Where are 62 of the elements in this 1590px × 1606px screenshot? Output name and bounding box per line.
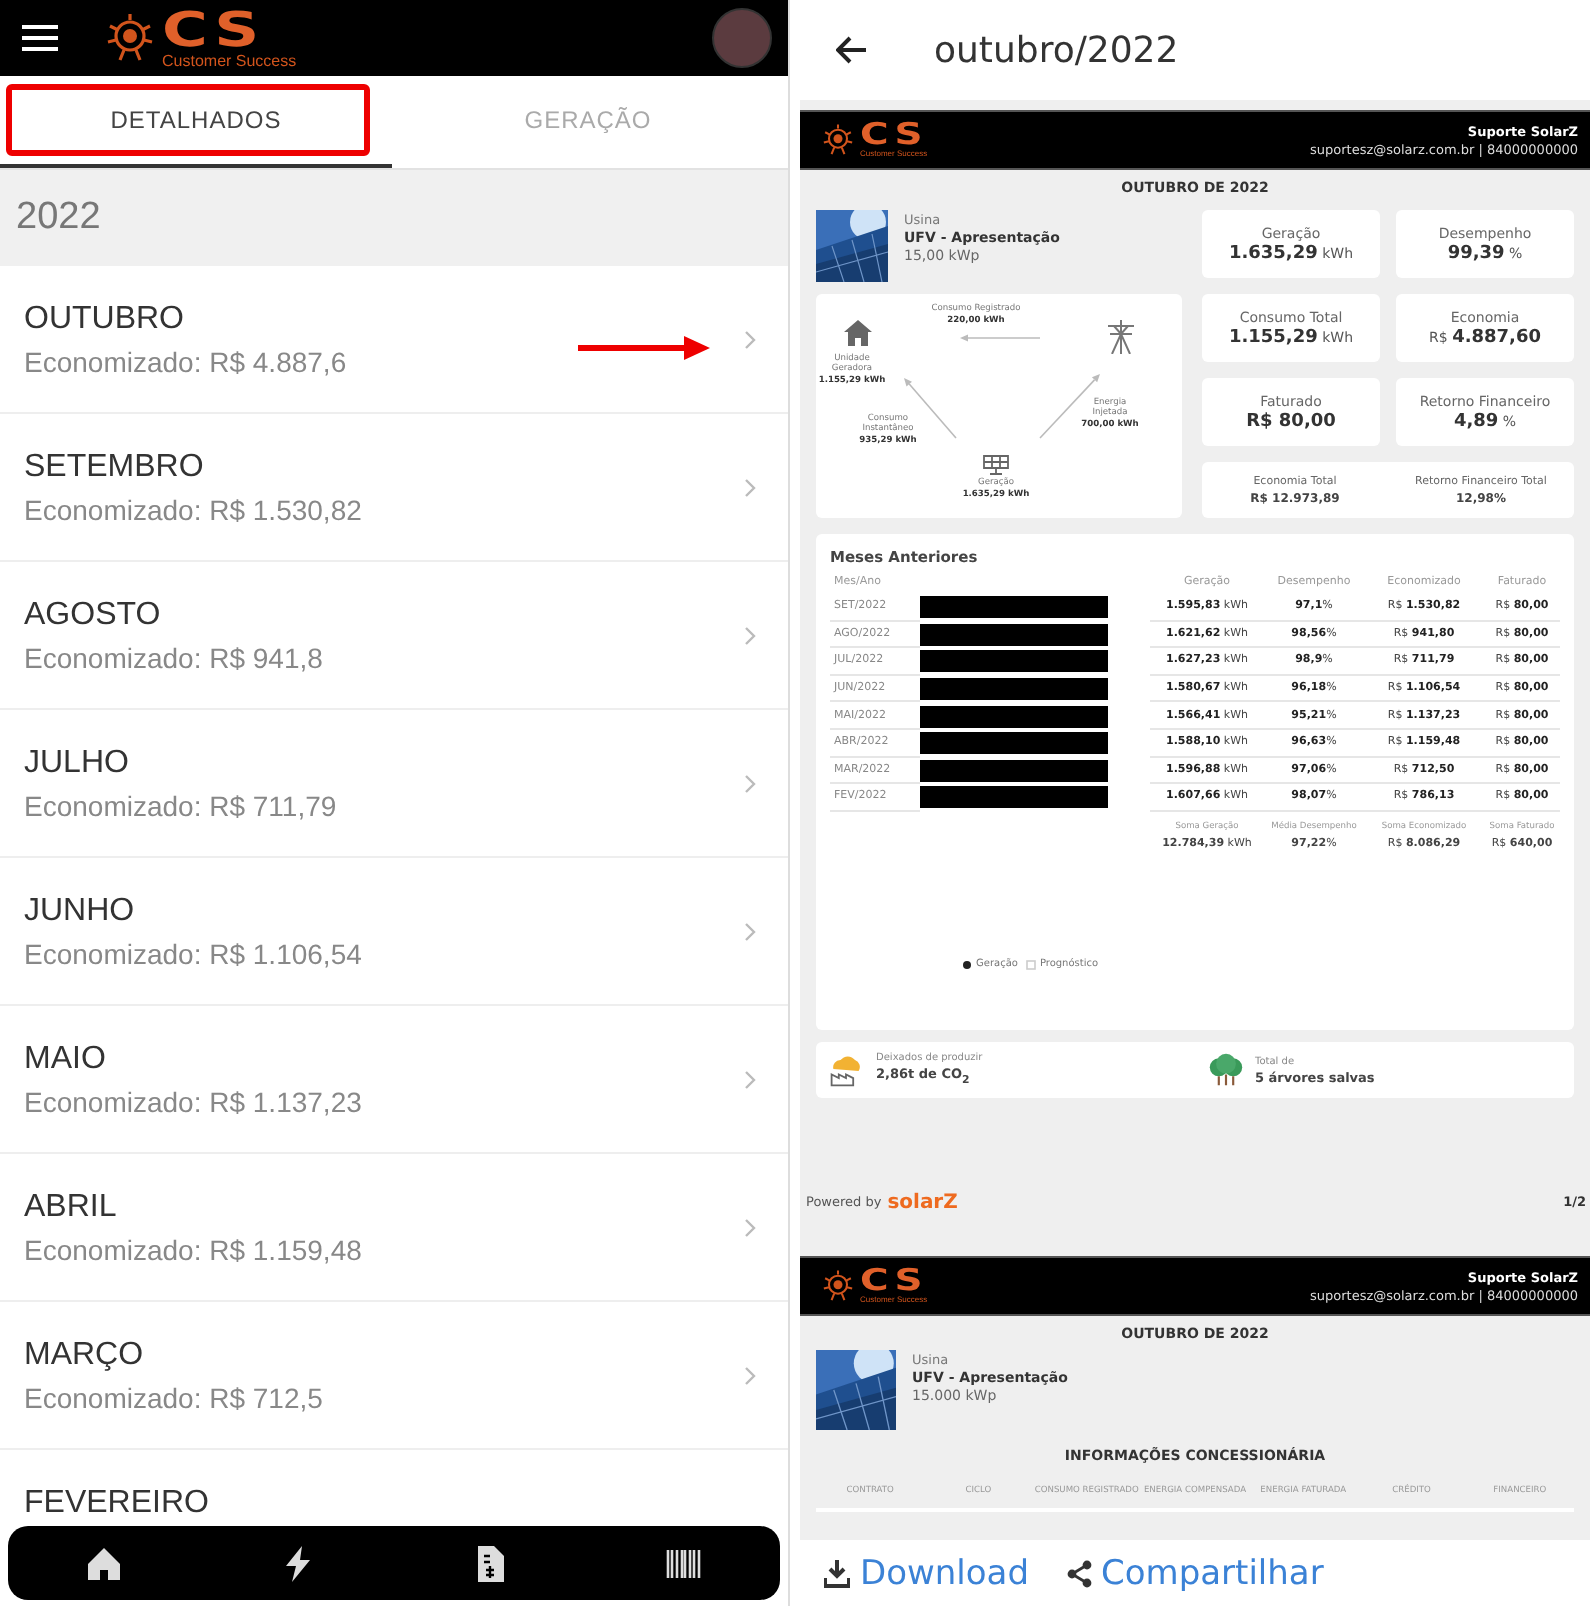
legend-marker-icon [1025,959,1036,969]
month-row[interactable]: MARÇO Economizado: R$ 712,5 [0,1302,788,1450]
month-name: JUNHO [24,894,137,930]
flow-arrow [960,334,1041,342]
month-name: SETEMBRO [24,450,206,486]
month-name: MARÇO [24,1338,146,1374]
saved-amount: Economizado: R$ 1.530,82 [24,494,362,526]
year-heading: 2022 [16,196,101,240]
share-button[interactable]: Compartilhar [1065,1553,1324,1593]
saved-amount: Economizado: R$ 1.106,54 [24,938,362,970]
saved-amount: Economizado: R$ 4.887,6 [24,346,347,378]
trees-icon [1207,1052,1243,1088]
chevron-icon [744,921,756,941]
month-name: OUTUBRO [24,302,186,338]
chevron-icon [744,1217,756,1237]
emblem-icon [820,1267,856,1304]
saved-amount: Economizado: R$ 712,5 [24,1382,323,1414]
page-title: outubro/2022 [934,29,1179,71]
share-icon [1065,1559,1092,1587]
menu-icon[interactable] [22,24,58,52]
saved-amount: Economizado: R$ 1.137,23 [24,1086,362,1118]
cloud-factory-icon [828,1052,864,1088]
download-button[interactable]: Download [824,1553,1030,1593]
chevron-icon [744,625,756,645]
home-icon[interactable] [86,1545,123,1581]
chevron-icon [744,1365,756,1385]
month-name: JULHO [24,746,131,782]
month-name: FEVEREIRO [24,1486,209,1522]
annotation-arrow [578,336,710,360]
chevron-icon [744,1069,756,1089]
month-row[interactable]: ABRIL Economizado: R$ 1.159,48 [0,1154,788,1302]
saved-amount: Economizado: R$ 941,8 [24,642,323,674]
chevron-icon [744,773,756,793]
chevron-icon [744,477,756,497]
document-icon[interactable] [472,1545,509,1581]
month-name: ABRIL [24,1190,119,1226]
saved-amount: Economizado: R$ 1.159,48 [24,1234,362,1266]
month-row[interactable]: AGOSTO Economizado: R$ 941,8 [0,562,788,710]
brand-logo: solarZ [887,1191,958,1213]
month-row[interactable]: SETEMBRO Economizado: R$ 1.530,82 [0,414,788,562]
logo-mark: CS [860,1266,928,1297]
month-row[interactable]: JUNHO Economizado: R$ 1.106,54 [0,858,788,1006]
month-row[interactable]: MAIO Economizado: R$ 1.137,23 [0,1006,788,1154]
chevron-icon [744,329,756,349]
month-name: MAIO [24,1042,108,1078]
house-icon [844,320,872,346]
solar-panel-icon [982,454,1010,476]
month-name: AGOSTO [24,598,163,634]
saved-amount: Economizado: R$ 711,79 [24,790,337,822]
power-pylon-icon [1106,320,1136,354]
logo-mark: CS [860,120,928,151]
month-row[interactable]: JULHO Economizado: R$ 711,79 [0,710,788,858]
logo-mark: CS [162,5,265,54]
stat-value: R$ 80,00 [1246,411,1336,431]
legend-marker-icon [962,959,972,969]
emblem-icon [102,9,158,66]
barcode-icon[interactable] [665,1545,702,1581]
back-arrow-icon[interactable] [836,36,868,64]
download-icon [824,1559,850,1587]
month-row[interactable]: FEVEREIRO [0,1450,788,1526]
emblem-icon [820,121,856,158]
logo-tagline: Customer Success [162,53,297,71]
